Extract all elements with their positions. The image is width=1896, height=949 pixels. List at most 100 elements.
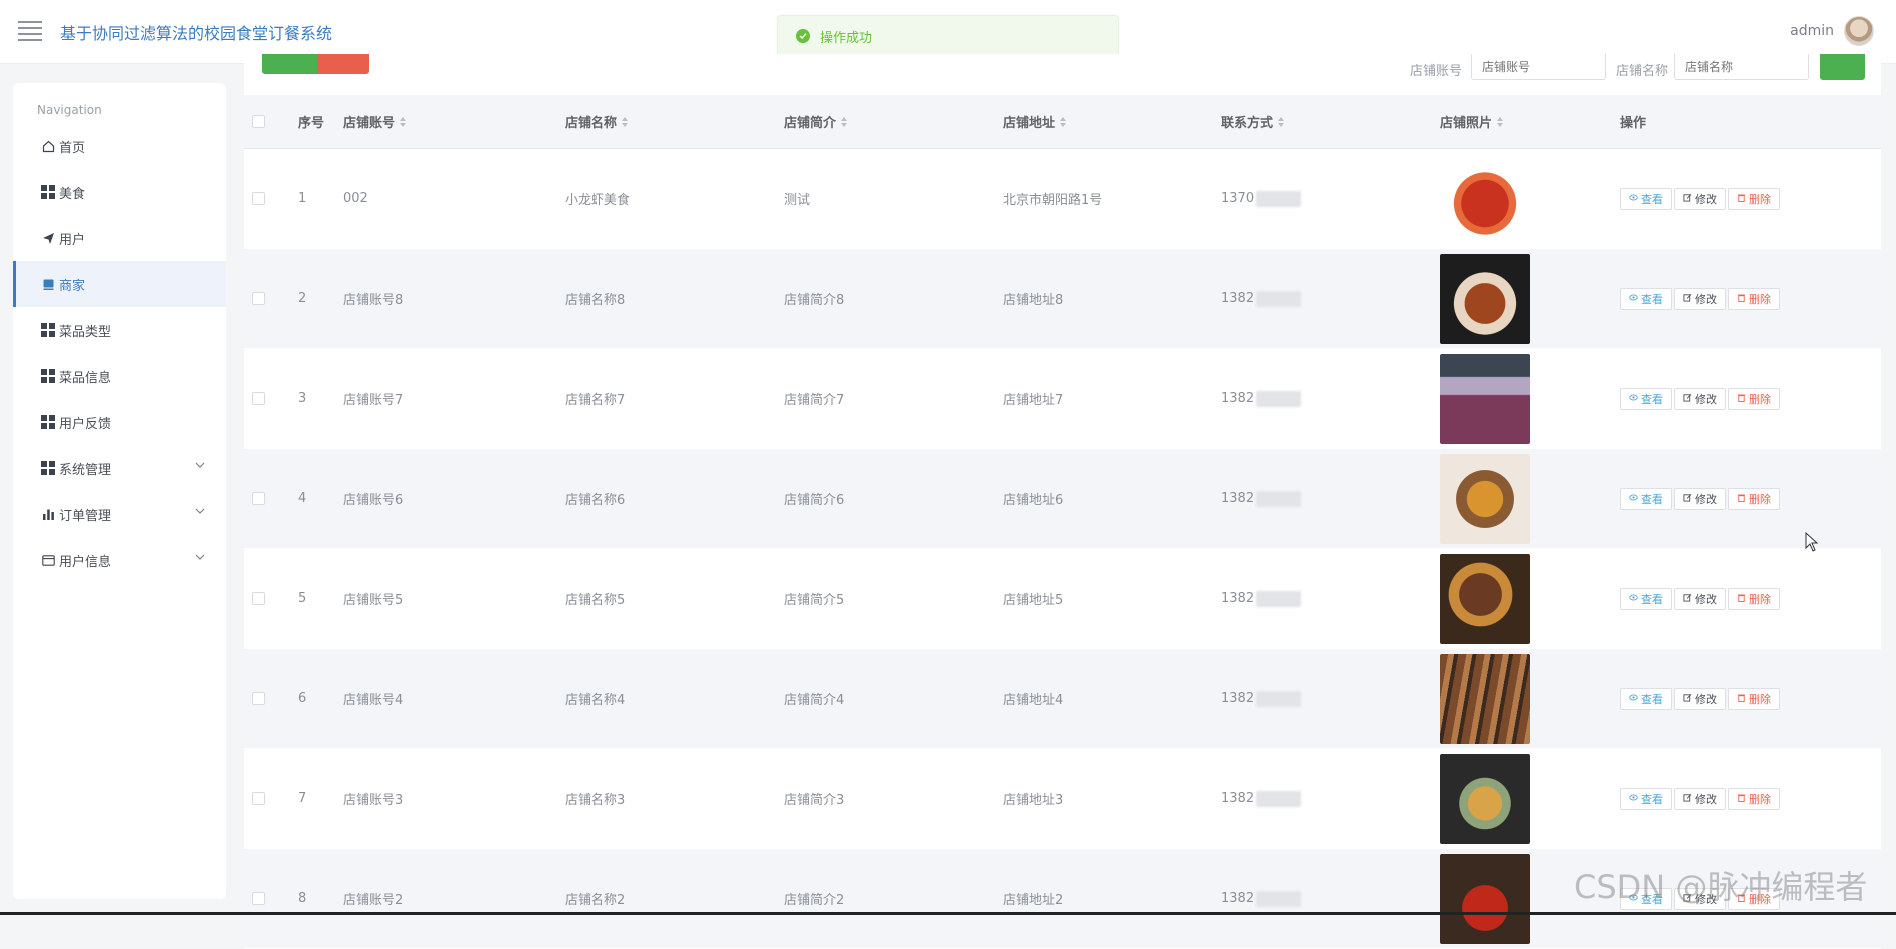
cell-intro: 店铺简介5 <box>784 549 844 648</box>
batch-delete-button[interactable] <box>317 54 369 74</box>
col-account[interactable]: 店铺账号 <box>343 95 407 148</box>
delete-button[interactable]: 删除 <box>1728 387 1780 410</box>
row-checkbox[interactable] <box>252 592 265 605</box>
cell-photo <box>1440 149 1530 248</box>
row-checkbox[interactable] <box>252 192 265 205</box>
sort-icon[interactable] <box>1278 116 1285 127</box>
shop-photo[interactable] <box>1440 353 1530 444</box>
delete-button[interactable]: 删除 <box>1728 787 1780 810</box>
col-intro[interactable]: 店铺简介 <box>784 95 848 148</box>
chevron-down-icon[interactable] <box>194 551 208 565</box>
delete-button[interactable]: 删除 <box>1728 487 1780 510</box>
trash-icon <box>1737 792 1746 805</box>
chevron-down-icon[interactable] <box>194 505 208 519</box>
cell-index: 4 <box>298 449 306 548</box>
sidebar-item-9[interactable]: 订单管理 <box>13 491 226 537</box>
sort-icon[interactable] <box>1060 116 1067 127</box>
delete-button[interactable]: 删除 <box>1728 687 1780 710</box>
sidebar-item-10[interactable]: 用户信息 <box>13 537 226 583</box>
shop-photo[interactable] <box>1440 753 1530 844</box>
row-index: 5 <box>298 591 307 606</box>
view-button[interactable]: 查看 <box>1620 687 1672 710</box>
edit-button[interactable]: 修改 <box>1674 687 1726 710</box>
edit-button[interactable]: 修改 <box>1674 387 1726 410</box>
row-actions: 查看 修改 删除 <box>1620 687 1780 710</box>
col-phone[interactable]: 联系方式 <box>1221 95 1285 148</box>
view-button-label: 查看 <box>1641 792 1663 806</box>
sidebar-item-3[interactable]: 用户 <box>13 215 226 261</box>
search-button[interactable] <box>1820 54 1865 80</box>
sidebar-item-1[interactable]: 首页 <box>13 123 226 169</box>
shop-photo[interactable] <box>1440 453 1530 544</box>
edit-button[interactable]: 修改 <box>1674 287 1726 310</box>
edit-icon <box>1683 592 1692 605</box>
user-menu[interactable]: admin <box>1790 16 1874 46</box>
col-address[interactable]: 店铺地址 <box>1003 95 1067 148</box>
cell-select <box>252 449 265 548</box>
cell-phone: 1382 <box>1221 849 1302 948</box>
add-button[interactable] <box>262 54 317 74</box>
view-button[interactable]: 查看 <box>1620 787 1672 810</box>
sort-icon[interactable] <box>841 116 848 127</box>
row-checkbox[interactable] <box>252 692 265 705</box>
user-name[interactable]: admin <box>1790 23 1834 39</box>
edit-button[interactable]: 修改 <box>1674 487 1726 510</box>
sidebar-item-7[interactable]: 用户反馈 <box>13 399 226 445</box>
search-name-input[interactable] <box>1674 54 1809 80</box>
delete-button-label: 删除 <box>1749 792 1771 806</box>
delete-button-label: 删除 <box>1749 692 1771 706</box>
col-photo[interactable]: 店铺照片 <box>1440 95 1504 148</box>
shop-photo[interactable] <box>1440 653 1530 744</box>
col-intro-label: 店铺简介 <box>784 116 837 131</box>
shop-address: 店铺地址6 <box>1003 493 1064 508</box>
table-header: 序号 店铺账号 店铺名称 店铺简介 店铺地址 联系方式 店铺照片 操作 <box>244 95 1881 149</box>
view-button[interactable]: 查看 <box>1620 187 1672 210</box>
row-checkbox[interactable] <box>252 892 265 905</box>
redaction-blur <box>1256 890 1302 907</box>
cell-index: 8 <box>298 849 306 948</box>
row-checkbox[interactable] <box>252 292 265 305</box>
shop-photo[interactable] <box>1440 253 1530 344</box>
edit-button[interactable]: 修改 <box>1674 187 1726 210</box>
shop-intro: 店铺简介5 <box>784 593 845 608</box>
table-row: 1 002 小龙虾美食 测试 北京市朝阳路1号 1370 查看 修改 删除 <box>244 149 1881 249</box>
row-checkbox[interactable] <box>252 792 265 805</box>
sort-icon[interactable] <box>622 116 629 127</box>
delete-button[interactable]: 删除 <box>1728 187 1780 210</box>
sidebar-item-2[interactable]: 美食 <box>13 169 226 215</box>
row-checkbox[interactable] <box>252 492 265 505</box>
sidebar-item-label: 菜品信息 <box>59 370 112 386</box>
col-name[interactable]: 店铺名称 <box>565 95 629 148</box>
cell-account: 店铺账号5 <box>343 549 403 648</box>
view-button[interactable]: 查看 <box>1620 587 1672 610</box>
shop-photo[interactable] <box>1440 853 1530 944</box>
cell-account: 店铺账号8 <box>343 249 403 348</box>
row-checkbox[interactable] <box>252 392 265 405</box>
sidebar-item-4[interactable]: 商家 <box>13 261 226 307</box>
edit-button[interactable]: 修改 <box>1674 787 1726 810</box>
cell-index: 2 <box>298 249 306 348</box>
sort-icon[interactable] <box>1497 116 1504 127</box>
edit-button-label: 修改 <box>1695 292 1717 306</box>
sidebar-item-5[interactable]: 菜品类型 <box>13 307 226 353</box>
shop-address: 店铺地址5 <box>1003 593 1064 608</box>
nav-caption: Navigation <box>37 103 102 117</box>
view-button[interactable]: 查看 <box>1620 287 1672 310</box>
chevron-down-icon[interactable] <box>194 459 208 473</box>
delete-button[interactable]: 删除 <box>1728 287 1780 310</box>
eye-icon <box>1629 192 1638 205</box>
edit-button[interactable]: 修改 <box>1674 587 1726 610</box>
view-button[interactable]: 查看 <box>1620 387 1672 410</box>
view-button[interactable]: 查看 <box>1620 487 1672 510</box>
sidebar-item-6[interactable]: 菜品信息 <box>13 353 226 399</box>
select-all-checkbox[interactable] <box>252 115 265 128</box>
sidebar-item-8[interactable]: 系统管理 <box>13 445 226 491</box>
watermark: CSDN @脉冲编程者 <box>1574 868 1868 906</box>
shop-photo[interactable] <box>1440 553 1530 644</box>
shop-photo[interactable] <box>1440 153 1530 244</box>
sort-icon[interactable] <box>400 116 407 127</box>
avatar[interactable] <box>1844 16 1874 46</box>
menu-toggle-icon[interactable] <box>18 21 42 41</box>
search-account-input[interactable] <box>1471 54 1606 80</box>
delete-button[interactable]: 删除 <box>1728 587 1780 610</box>
